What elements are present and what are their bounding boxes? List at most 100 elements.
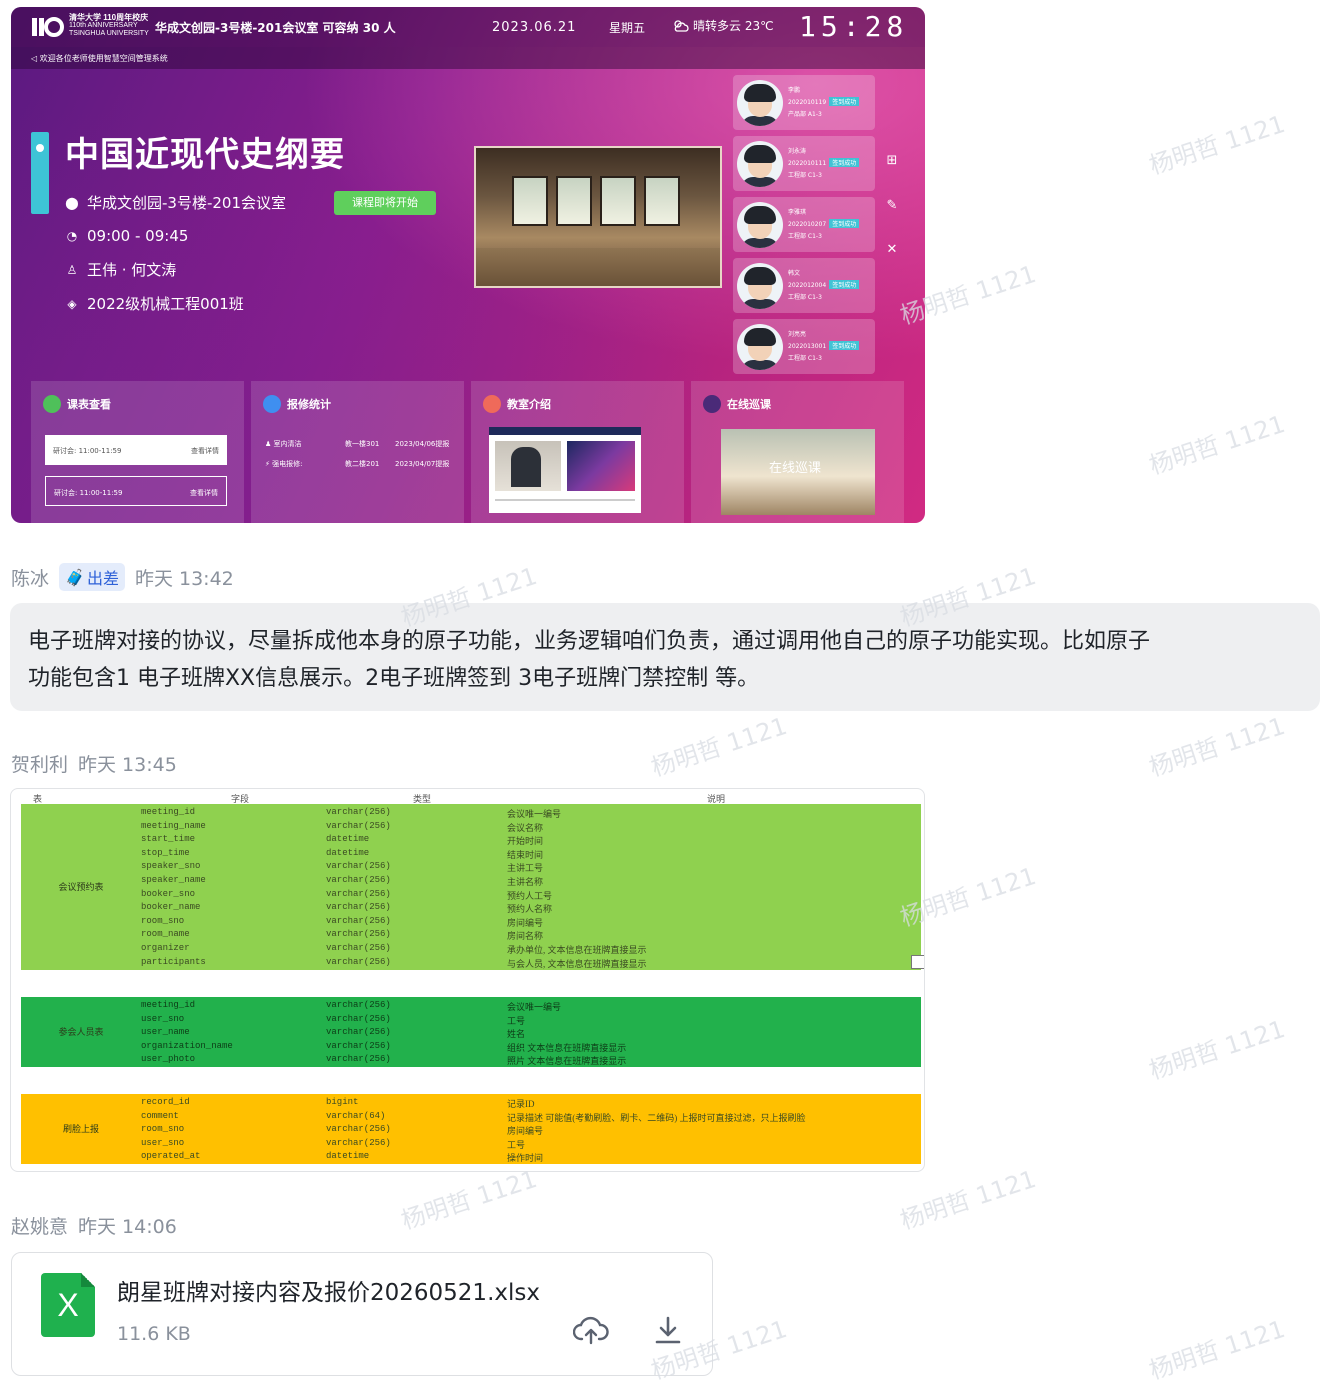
class-sign-screenshot[interactable]: 清华大学 110周年校庆 110th ANNIVERSARY TSINGHUA … [11, 7, 925, 523]
sign-top-bar: 清华大学 110周年校庆 110th ANNIVERSARY TSINGHUA … [11, 7, 925, 47]
watermark: 杨明哲 1121 [1145, 711, 1289, 782]
desc-cell: 结束时间 [507, 849, 544, 860]
download-icon[interactable] [649, 1315, 687, 1353]
avatar [737, 141, 783, 187]
table-row: booker_sno varchar(256) 预约人工号 [21, 889, 921, 903]
message-meta: 赵姚意 昨天 14:06 [11, 1212, 177, 1239]
cell-selector[interactable] [911, 955, 924, 969]
edit-icon[interactable]: ✎ [881, 195, 903, 217]
table-row: user_sno varchar(256) 工号 [21, 1138, 921, 1152]
location-row: ⬤ 华成文创园-3号楼-201会议室 [65, 194, 287, 212]
type-cell: varchar(256) [326, 902, 391, 913]
desc-cell: 照片 文本信息在班牌直接显示 [507, 1056, 627, 1067]
class-row: ◈ 2022级机械工程001班 [65, 293, 243, 314]
sender-name[interactable]: 赵姚意 [11, 1212, 68, 1239]
field-cell: stop_time [141, 847, 190, 858]
type-cell: datetime [326, 847, 370, 858]
desc-cell: 主讲工号 [507, 863, 544, 874]
message-time: 昨天 13:45 [78, 754, 177, 776]
panel-repair[interactable]: 报修统计 ♟ 室内清洁 教一楼301 2023/04/06提报 ⚡ 强电报修: … [251, 381, 464, 523]
sender-name[interactable]: 陈冰 [11, 564, 49, 591]
cloud-sun-icon [674, 19, 689, 32]
file-attachment-card[interactable]: X 朗星班牌对接内容及报价20260521.xlsx 11.6 KB [11, 1252, 713, 1376]
table-row: operated_at datetime 操作时间 [21, 1151, 921, 1165]
field-cell: booker_sno [141, 888, 196, 899]
type-cell: varchar(256) [326, 929, 391, 940]
table-row: room_name varchar(256) 房间名称 [21, 929, 921, 943]
room-header: 华成文创园-3号楼-201会议室 可容纳 30 人 [155, 21, 396, 35]
message-meta: 陈冰 🧳 出差 昨天 13:42 [11, 563, 234, 591]
field-cell: user_name [141, 1027, 190, 1038]
panel-patrol[interactable]: 在线巡课 在线巡课 [691, 381, 904, 523]
message-time: 昨天 14:06 [78, 1216, 177, 1238]
sender-name[interactable]: 贺利利 [11, 750, 68, 777]
course-title: 中国近现代史纲要 [65, 135, 345, 175]
location-pin-icon: ⬤ [65, 195, 79, 210]
type-cell: varchar(256) [326, 1137, 391, 1148]
cloud-upload-icon[interactable] [572, 1315, 610, 1353]
field-cell: booker_name [141, 902, 201, 913]
file-name[interactable]: 朗星班牌对接内容及报价20260521.xlsx [117, 1273, 540, 1307]
type-cell: varchar(256) [326, 943, 391, 953]
field-cell: speaker_sno [141, 861, 201, 872]
table-row: room_sno varchar(256) 房间编号 [21, 916, 921, 930]
field-cell: room_name [141, 929, 190, 940]
table-row: stop_time datetime 结束时间 [21, 848, 921, 862]
schedule-item[interactable]: 研讨会: 11:00-11:59 查看详情 [45, 435, 227, 465]
table-row: user_photo varchar(256) 照片 文本信息在班牌直接显示 [21, 1054, 921, 1068]
person-icon: ♙ [66, 262, 78, 277]
watermark: 杨明哲 1121 [647, 711, 791, 782]
table-block: 刷脸上报 record_id bigint 记录ID comment varchar(6… [21, 1094, 921, 1164]
classroom-icon [483, 395, 501, 413]
type-cell: varchar(256) [326, 820, 391, 831]
type-cell: varchar(256) [326, 888, 391, 899]
type-cell: varchar(64) [326, 1110, 386, 1121]
desc-cell: 房间名称 [507, 931, 544, 942]
desc-cell: 房间编号 [507, 917, 544, 928]
avatar [737, 202, 783, 248]
field-cell: room_sno [141, 1124, 185, 1135]
avatar [737, 80, 783, 126]
watermark: 杨明哲 1121 [1145, 1314, 1289, 1385]
watermark: 杨明哲 1121 [1145, 409, 1289, 480]
field-cell: user_photo [141, 1054, 196, 1065]
table-block: 参会人员表 meeting_id varchar(256) 会议唯一编号 user_s… [21, 997, 921, 1067]
type-cell: varchar(256) [326, 1124, 391, 1135]
desc-cell: 预约人名称 [507, 904, 553, 915]
tools-icon[interactable]: ✕ [881, 239, 903, 261]
checkin-badge: 签到成功 [829, 280, 860, 289]
type-cell: varchar(256) [326, 915, 391, 926]
message-bubble[interactable]: 电子班牌对接的协议，尽量拆成他本身的原子功能，业务逻辑咱们负责，通过调用他自己的… [10, 603, 1320, 711]
classroom-video-feed[interactable] [474, 146, 722, 288]
tsinghua-110-logo [32, 17, 64, 37]
clock-icon: ◔ [66, 229, 78, 243]
patrol-thumbnail[interactable]: 在线巡课 [721, 429, 875, 515]
field-cell: speaker_name [141, 875, 206, 885]
table-row: record_id bigint 记录ID [21, 1097, 921, 1111]
schedule-item[interactable]: 研讨会: 11:00-11:59 查看详情 [45, 476, 227, 506]
teachers-row: ♙ 王伟 · 何文涛 [66, 261, 177, 279]
sign-weekday: 星期五 [609, 21, 646, 35]
attendee-card[interactable]: 韩文 2022012004 签到成功 工程部 C1-3 [733, 258, 875, 313]
table-row: booker_name varchar(256) 预约人名称 [21, 902, 921, 916]
type-cell: varchar(256) [326, 875, 391, 885]
field-cell: meeting_id [141, 807, 196, 817]
attendee-card[interactable]: 李雅琪 2022010207 签到成功 工程部 C1-3 [733, 197, 875, 252]
repair-icon [263, 395, 281, 413]
avatar [737, 263, 783, 309]
apps-icon[interactable]: ⊞ [881, 150, 903, 172]
intro-thumbnail[interactable] [489, 427, 641, 513]
camera-icon [703, 395, 721, 413]
panel-intro[interactable]: 教室介绍 [471, 381, 684, 523]
attendee-card[interactable]: 刘亮亮 2022013001 签到成功 工程部 C1-3 [733, 319, 875, 374]
table-row: participants varchar(256) 与会人员, 文本信息在班牌直接显… [21, 957, 921, 971]
desc-cell: 承办单位, 文本信息在班牌直接显示 [507, 945, 647, 955]
panel-schedule[interactable]: 课表查看 研讨会: 11:00-11:59 查看详情 研讨会: 11:00-11:… [31, 381, 244, 523]
attendee-card[interactable]: 李鹏 2022010119 签到成功 产品部 A1-3 [733, 75, 875, 130]
attendee-card[interactable]: 刘永涛 2022010111 签到成功 工程部 C1-3 [733, 136, 875, 191]
spreadsheet-screenshot[interactable]: 表 字段 类型 说明 会议预约表 meeting_id varchar(256) 会… [10, 788, 925, 1172]
speaker-icon: ◁ [31, 54, 40, 63]
message-meta: 贺利利 昨天 13:45 [11, 750, 177, 777]
desc-cell: 主讲名称 [507, 877, 544, 887]
table-row: room_sno varchar(256) 房间编号 [21, 1124, 921, 1138]
